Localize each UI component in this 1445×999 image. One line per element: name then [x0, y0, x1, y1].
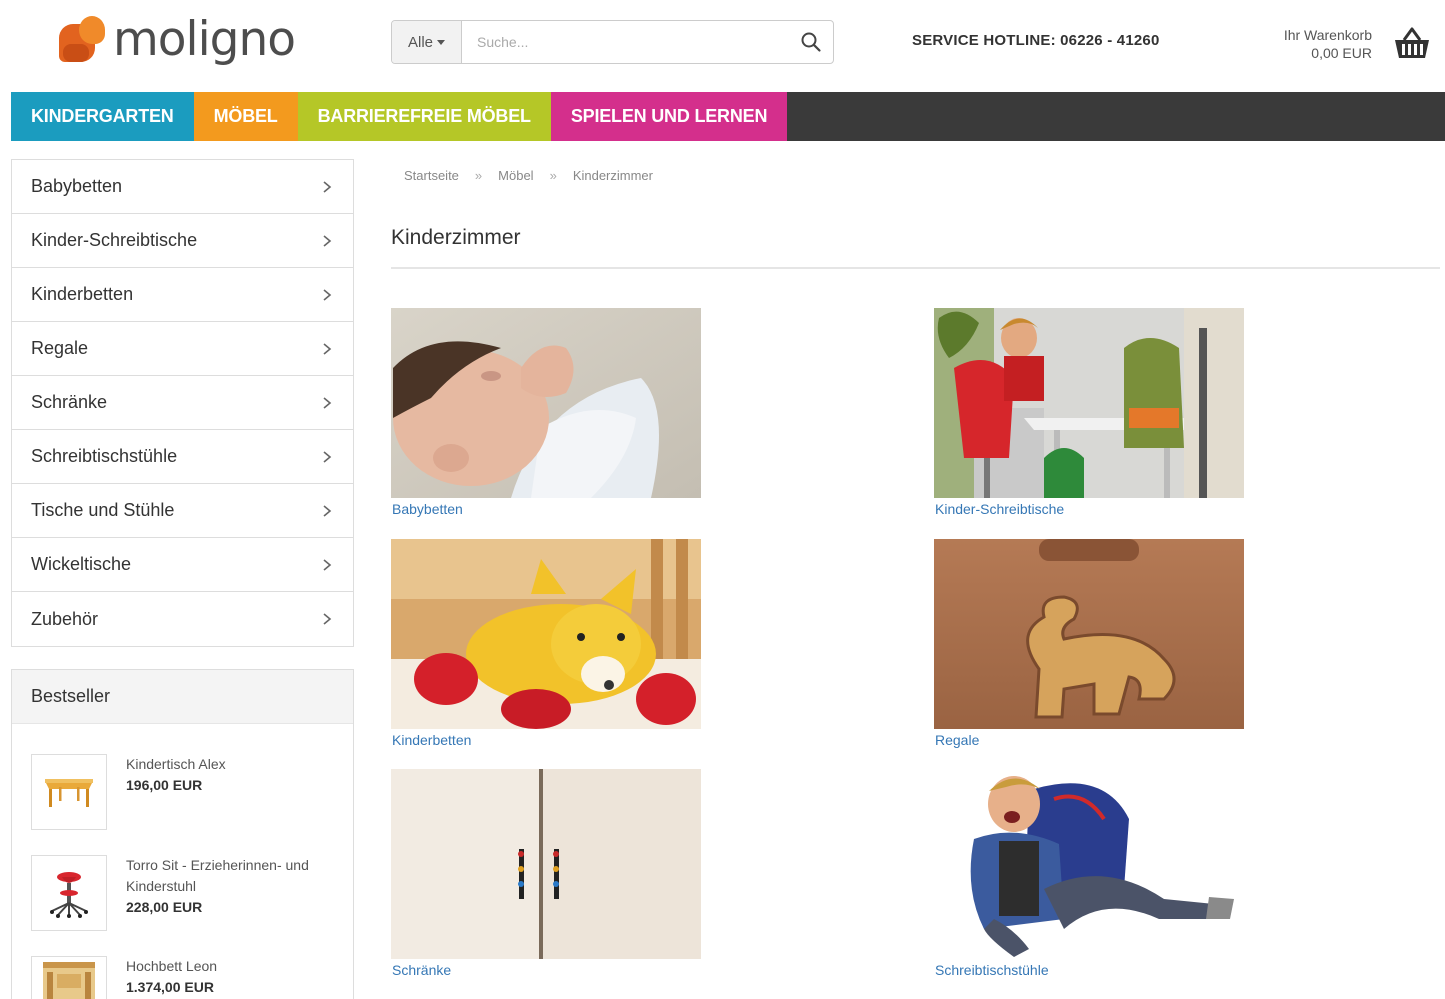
- bestseller-name[interactable]: Kindertisch Alex: [126, 754, 346, 775]
- chevron-right-icon: [323, 504, 332, 517]
- category-label: Kinder-Schreibtische: [31, 230, 198, 250]
- category-label: Wickeltische: [31, 554, 132, 574]
- category-label: Tische und Stühle: [31, 500, 175, 520]
- category-label: Schreibtischstühle: [31, 446, 178, 466]
- category-image[interactable]: [391, 308, 701, 498]
- category-label: Regale: [31, 338, 89, 358]
- search-button[interactable]: [789, 21, 833, 63]
- category-tile-label[interactable]: Babybetten: [392, 501, 701, 517]
- bestseller-price: 196,00 EUR: [126, 777, 203, 793]
- service-hotline: SERVICE HOTLINE: 06226 - 41260: [912, 32, 1160, 49]
- search-input[interactable]: [462, 21, 789, 63]
- category-label: Kinderbetten: [31, 284, 134, 304]
- category-tile-regale[interactable]: Regale: [934, 539, 1244, 748]
- category-item-kinder-schreibtische[interactable]: Kinder-Schreibtische: [12, 214, 353, 268]
- category-image[interactable]: [934, 308, 1244, 498]
- header: moligno Alle SERVICE HOTLINE: 06226 - 41…: [0, 0, 1445, 90]
- category-tile-label[interactable]: Kinderbetten: [392, 732, 701, 748]
- caret-down-icon: [437, 39, 445, 45]
- category-tile-label[interactable]: Regale: [935, 732, 1244, 748]
- category-label: Schränke: [31, 392, 108, 412]
- nav-item-moebel[interactable]: MÖBEL: [193, 92, 298, 141]
- chevron-right-icon: [323, 558, 332, 571]
- logo-mark-icon: [55, 12, 109, 66]
- chevron-right-icon: [323, 288, 332, 301]
- breadcrumb-separator: »: [474, 168, 483, 183]
- category-tile-label[interactable]: Schränke: [392, 962, 701, 978]
- breadcrumb-separator: »: [549, 168, 557, 183]
- category-item-regale[interactable]: Regale: [12, 322, 353, 376]
- category-item-schraenke[interactable]: Schränke: [12, 376, 353, 430]
- cart-summary: Ihr Warenkorb 0,00 EUR: [1284, 26, 1372, 62]
- search-category-dropdown[interactable]: Alle: [392, 21, 462, 63]
- category-item-schreibtischstuehle[interactable]: Schreibtischstühle: [12, 430, 353, 484]
- category-menu: Babybetten Kinder-Schreibtische Kinderbe…: [11, 159, 354, 647]
- bestseller-box: Bestseller Kindertisch Alex 196,00 EUR T…: [11, 669, 354, 999]
- title-divider: [391, 267, 1440, 269]
- category-item-kinderbetten[interactable]: Kinderbetten: [12, 268, 353, 322]
- stool-product-image: [50, 872, 88, 918]
- page-title: Kinderzimmer: [391, 226, 521, 249]
- cart[interactable]: Ihr Warenkorb 0,00 EUR: [1240, 24, 1440, 68]
- breadcrumb-current: Kinderzimmer: [572, 168, 653, 183]
- nav-item-kindergarten[interactable]: KINDERGARTEN: [11, 92, 194, 141]
- cart-label: Ihr Warenkorb: [1283, 27, 1372, 43]
- bestseller-name[interactable]: Hochbett Leon: [126, 956, 346, 977]
- bestseller-price: 1.374,00 EUR: [126, 979, 214, 995]
- loft-bed-product-image: [43, 962, 95, 999]
- category-tile-schreibtischstuehle[interactable]: Schreibtischstühle: [934, 769, 1244, 978]
- category-image[interactable]: [391, 539, 701, 729]
- product-thumbnail[interactable]: [31, 855, 107, 931]
- category-item-zubehoer[interactable]: Zubehör: [12, 592, 353, 646]
- chevron-right-icon: [323, 450, 332, 463]
- breadcrumb: Startseite » Möbel » Kinderzimmer: [404, 168, 653, 183]
- chevron-right-icon: [323, 396, 332, 409]
- category-item-wickeltische[interactable]: Wickeltische: [12, 538, 353, 592]
- product-thumbnail[interactable]: [31, 956, 107, 999]
- category-item-tische-und-stuehle[interactable]: Tische und Stühle: [12, 484, 353, 538]
- breadcrumb-moebel[interactable]: Möbel: [498, 168, 533, 183]
- bestseller-name[interactable]: Torro Sit - Erzieherinnen- und Kinderstu…: [126, 855, 346, 897]
- search-category-label: Alle: [407, 33, 433, 51]
- category-label: Babybetten: [31, 176, 123, 196]
- main-navigation: KINDERGARTEN MÖBEL BARRIEREFREIE MÖBEL S…: [11, 92, 1445, 141]
- category-item-babybetten[interactable]: Babybetten: [12, 160, 353, 214]
- chevron-right-icon: [323, 613, 332, 625]
- logo[interactable]: moligno: [55, 6, 296, 72]
- logo-text: moligno: [113, 11, 296, 67]
- category-image[interactable]: [391, 769, 701, 959]
- search-bar: Alle: [391, 20, 834, 64]
- bestseller-title: Bestseller: [12, 670, 353, 724]
- category-tile-schraenke[interactable]: Schränke: [391, 769, 701, 978]
- category-tile-kinder-schreibtische[interactable]: Kinder-Schreibtische: [934, 308, 1244, 517]
- chevron-right-icon: [323, 342, 332, 355]
- category-label: Zubehör: [31, 608, 99, 629]
- cart-total: 0,00 EUR: [1311, 45, 1372, 61]
- breadcrumb-home[interactable]: Startseite: [404, 168, 459, 183]
- table-product-image: [45, 779, 93, 807]
- chevron-right-icon: [323, 180, 332, 193]
- product-thumbnail[interactable]: [31, 754, 107, 830]
- category-tile-babybetten[interactable]: Babybetten: [391, 308, 701, 517]
- category-image[interactable]: [934, 769, 1244, 959]
- bestseller-price: 228,00 EUR: [126, 899, 203, 915]
- category-tile-label[interactable]: Schreibtischstühle: [935, 962, 1244, 978]
- category-tile-label[interactable]: Kinder-Schreibtische: [935, 501, 1244, 517]
- nav-item-spielen-und-lernen[interactable]: SPIELEN UND LERNEN: [550, 92, 788, 141]
- basket-icon[interactable]: [1392, 24, 1432, 64]
- category-image[interactable]: [934, 539, 1244, 729]
- search-icon: [801, 32, 821, 52]
- nav-item-barrierefreie-moebel[interactable]: BARRIEREFREIE MÖBEL: [297, 92, 551, 141]
- chevron-right-icon: [323, 234, 332, 247]
- category-tile-kinderbetten[interactable]: Kinderbetten: [391, 539, 701, 748]
